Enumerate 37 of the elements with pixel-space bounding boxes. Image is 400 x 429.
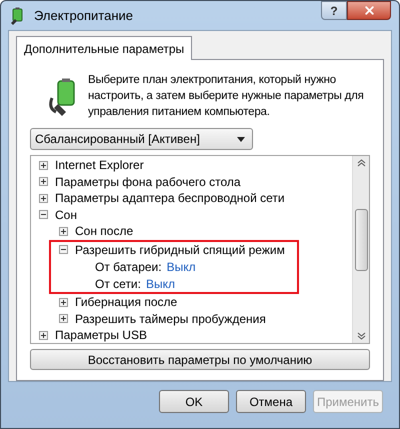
- scrollbar[interactable]: [352, 156, 369, 343]
- close-icon: [362, 4, 376, 17]
- expand-icon[interactable]: [39, 177, 48, 186]
- expand-icon[interactable]: [39, 330, 48, 340]
- expand-icon[interactable]: [59, 226, 68, 236]
- window-title: Электропитание: [34, 6, 133, 25]
- tree-item[interactable]: Сон после: [75, 222, 134, 240]
- tree-item[interactable]: Параметры USB: [55, 326, 147, 343]
- tree-item[interactable]: Разрешить гибридный спящий режим: [75, 240, 285, 259]
- setting-value-link[interactable]: Выкл: [146, 274, 175, 292]
- expand-icon[interactable]: [59, 298, 68, 307]
- setting-label: От батареи:: [95, 258, 162, 276]
- expand-icon[interactable]: [39, 194, 48, 203]
- setting-label: От сети:: [95, 276, 141, 292]
- expand-icon[interactable]: [39, 160, 48, 170]
- restore-defaults-button[interactable]: Восстановить параметры по умолчанию: [30, 349, 370, 370]
- tree-item[interactable]: Разрешить таймеры пробуждения: [75, 310, 266, 328]
- close-button[interactable]: [347, 1, 391, 20]
- tree-item[interactable]: Internet Explorer: [55, 156, 144, 174]
- instruction-text: Выберите план электропитания, который нужно настроить, а затем выберите нужные параметры для управления питанием компьютера.: [88, 73, 365, 120]
- plan-dropdown[interactable]: Сбалансированный [Активен]: [30, 128, 253, 150]
- collapse-icon[interactable]: [39, 210, 48, 220]
- dropdown-arrow-icon: [237, 136, 245, 142]
- scroll-down-icon[interactable]: [356, 332, 366, 340]
- dialog-button[interactable]: OK: [159, 390, 229, 413]
- scroll-up-icon[interactable]: [356, 159, 366, 167]
- tab[interactable]: Дополнительные параметры: [16, 36, 192, 60]
- dialog-button[interactable]: Отмена: [236, 390, 306, 413]
- tree-item[interactable]: Параметры фона рабочего стола: [55, 172, 241, 191]
- tree-item[interactable]: Гибернация после: [75, 293, 178, 312]
- setting-value-link[interactable]: Выкл: [166, 258, 196, 276]
- scroll-thumb[interactable]: [354, 209, 368, 271]
- tree-item[interactable]: Сон: [55, 206, 77, 224]
- tree-item[interactable]: Параметры адаптера беспроводной сети: [55, 189, 285, 208]
- expand-icon[interactable]: [59, 314, 68, 324]
- help-button[interactable]: ?: [321, 1, 347, 20]
- collapse-icon[interactable]: [59, 245, 68, 254]
